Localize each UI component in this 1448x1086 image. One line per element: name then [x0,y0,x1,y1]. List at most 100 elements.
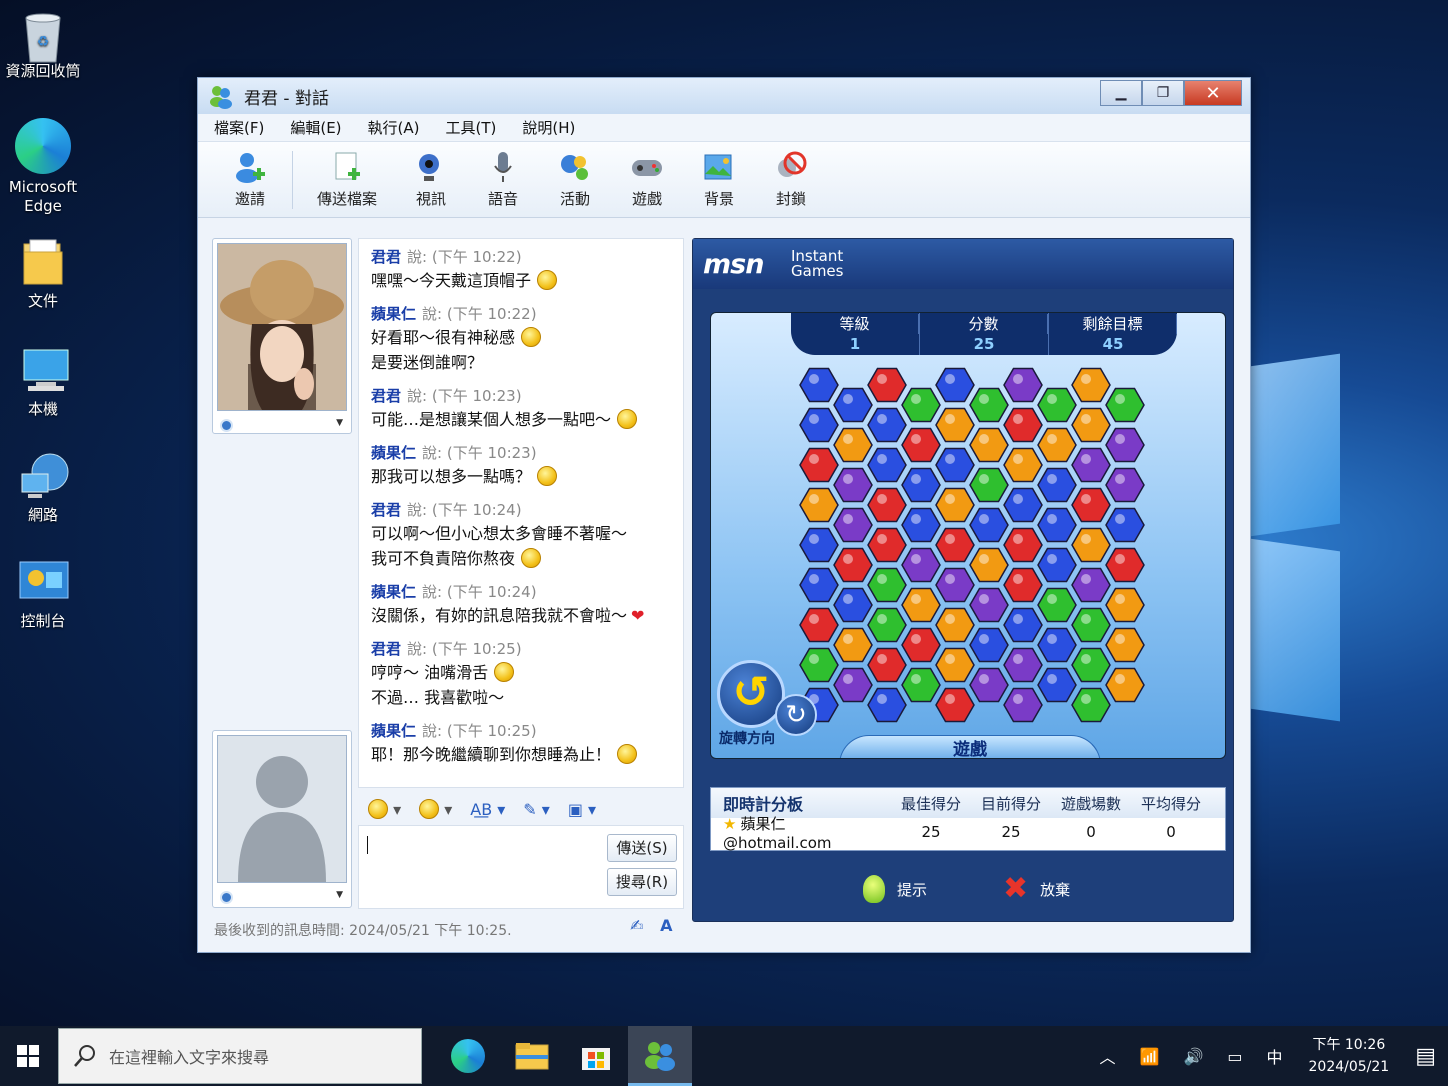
hex-gem[interactable] [935,567,975,603]
hex-gem[interactable] [1105,507,1145,543]
hex-gem[interactable] [833,587,873,623]
search-button[interactable]: 搜尋(R) [607,868,677,896]
emoticon-picker-button[interactable]: ▾ [368,799,401,819]
hex-gem[interactable] [1037,627,1077,663]
desktop-icon-network[interactable]: 網路 [4,452,82,525]
hex-gem[interactable] [799,367,839,403]
start-button[interactable] [0,1026,56,1086]
hex-gem[interactable] [1003,687,1043,723]
hex-gem[interactable] [1003,447,1043,483]
hex-gem[interactable] [867,647,907,683]
activities-button[interactable]: 活動 [539,150,611,209]
hex-gem[interactable] [833,547,873,583]
minimize-button[interactable]: ▁ [1100,80,1142,106]
hex-gem[interactable] [867,607,907,643]
menu-help[interactable]: 說明(H) [522,117,575,138]
chat-history[interactable]: 君君 說: (下午 10:22) 嘿嘿～今天戴這頂帽子 蘋果仁 說: (下午 10:… [358,238,684,788]
hex-gem[interactable] [1105,667,1145,703]
hex-gem[interactable] [1071,607,1111,643]
hex-gem[interactable] [833,627,873,663]
hex-gem[interactable] [799,567,839,603]
hex-gem[interactable] [935,527,975,563]
hex-gem[interactable] [1037,667,1077,703]
hex-gem[interactable] [799,527,839,563]
menu-tools[interactable]: 工具(T) [446,117,497,138]
block-button[interactable]: 封鎖 [755,150,827,209]
menu-actions[interactable]: 執行(A) [368,117,420,138]
font-button[interactable]: A͟B ▾ [470,800,505,819]
hex-gem[interactable] [867,687,907,723]
hex-gem[interactable] [935,687,975,723]
hex-gem[interactable] [1105,387,1145,423]
picture-button[interactable]: ▣ ▾ [568,800,596,819]
hex-gem[interactable] [1071,567,1111,603]
hex-gem[interactable] [867,567,907,603]
battery-icon[interactable]: ▭ [1227,1047,1242,1066]
menu-file[interactable]: 檔案(F) [214,117,264,138]
hex-gem[interactable] [935,487,975,523]
hex-gem[interactable] [1003,487,1043,523]
maximize-button[interactable]: ❐ [1142,80,1184,106]
voice-button[interactable]: 語音 [467,150,539,209]
hex-gem[interactable] [969,467,1009,503]
ime-indicator[interactable]: 中 [1266,1044,1282,1068]
hex-gem[interactable] [901,667,941,703]
hex-gem[interactable] [969,427,1009,463]
hex-gem[interactable] [1071,487,1111,523]
hex-gem[interactable] [1105,547,1145,583]
hex-gem[interactable] [901,627,941,663]
handwriting-button[interactable]: ✎ ▾ [523,800,550,819]
desktop-icon-edge[interactable]: Microsoft Edge [4,118,82,216]
clock[interactable]: 下午 10:26 2024/05/21 [1309,1034,1390,1078]
play-button[interactable]: 遊戲 [839,735,1101,758]
hex-gem[interactable] [935,607,975,643]
hex-gem[interactable] [901,387,941,423]
hex-gem[interactable] [1105,587,1145,623]
hex-gem[interactable] [1071,367,1111,403]
desktop-icon-this-pc[interactable]: 本機 [4,346,82,419]
hex-gem[interactable] [833,667,873,703]
hex-gem[interactable] [1105,627,1145,663]
wink-picker-button[interactable]: ▾ [419,799,452,819]
hex-gem[interactable] [969,627,1009,663]
hex-gem[interactable] [935,447,975,483]
hex-gem[interactable] [1105,467,1145,503]
games-button[interactable]: 遊戲 [611,150,683,209]
hex-gem[interactable] [969,507,1009,543]
taskbar-file-explorer[interactable] [500,1026,564,1086]
chevron-down-icon[interactable]: ▼ [336,418,343,428]
hex-gem[interactable] [833,467,873,503]
hex-gem[interactable] [867,527,907,563]
menu-edit[interactable]: 編輯(E) [290,117,341,138]
hex-gem[interactable] [969,587,1009,623]
hex-gem[interactable] [901,547,941,583]
notification-icon[interactable]: ▤ [1415,1044,1436,1069]
give-up-button[interactable]: ✖ 放棄 [1003,874,1070,904]
hex-gem[interactable] [1003,367,1043,403]
hex-gem[interactable] [935,367,975,403]
hex-gem[interactable] [1071,527,1111,563]
hex-gem[interactable] [867,407,907,443]
hex-gem[interactable] [1071,687,1111,723]
hex-gem[interactable] [1037,387,1077,423]
hex-gem[interactable] [833,507,873,543]
hex-gem[interactable] [1003,567,1043,603]
hex-gem[interactable] [935,407,975,443]
message-input[interactable]: 傳送(S) 搜尋(R) [358,825,684,909]
taskbar-store[interactable] [564,1026,628,1086]
hex-gem[interactable] [1071,447,1111,483]
chevron-down-icon[interactable]: ▼ [336,890,343,900]
taskbar-messenger[interactable] [628,1026,692,1086]
invite-button[interactable]: 邀請 [214,150,286,209]
hex-gem[interactable] [867,367,907,403]
wifi-icon[interactable]: 📶 [1140,1047,1160,1066]
chevron-up-icon[interactable]: ︿ [1100,1044,1116,1068]
contact-avatar-frame[interactable]: ▼ [212,238,352,434]
hex-gem[interactable] [1071,407,1111,443]
hex-gem[interactable] [867,487,907,523]
taskbar-search[interactable]: 在這裡輸入文字來搜尋 [58,1028,422,1084]
hex-gem[interactable] [1037,587,1077,623]
title-bar[interactable]: 君君 - 對話 ▁ ❐ ✕ [198,78,1250,114]
hex-gem[interactable] [969,667,1009,703]
hex-gem[interactable] [799,607,839,643]
